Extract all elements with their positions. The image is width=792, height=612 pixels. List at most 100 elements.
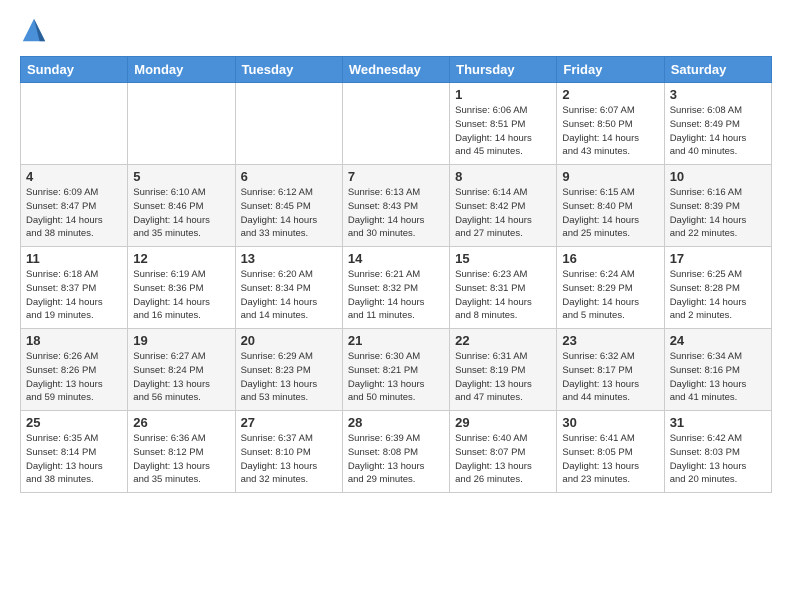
day-info: Sunrise: 6:19 AM Sunset: 8:36 PM Dayligh… bbox=[133, 268, 229, 323]
day-info: Sunrise: 6:21 AM Sunset: 8:32 PM Dayligh… bbox=[348, 268, 444, 323]
day-number: 13 bbox=[241, 251, 337, 266]
day-info: Sunrise: 6:15 AM Sunset: 8:40 PM Dayligh… bbox=[562, 186, 658, 241]
day-number: 1 bbox=[455, 87, 551, 102]
day-number: 30 bbox=[562, 415, 658, 430]
calendar-cell: 11 Sunrise: 6:18 AM Sunset: 8:37 PM Dayli… bbox=[21, 247, 128, 329]
header bbox=[20, 16, 772, 44]
calendar-week-5: 25Sunrise: 6:35 AM Sunset: 8:14 PM Dayli… bbox=[21, 411, 772, 493]
day-number: 28 bbox=[348, 415, 444, 430]
col-header-sunday: Sunday bbox=[21, 57, 128, 83]
calendar-cell: 21 Sunrise: 6:30 AM Sunset: 8:21 PM Dayli… bbox=[342, 329, 449, 411]
calendar-cell: 9 Sunrise: 6:15 AM Sunset: 8:40 PM Daylig… bbox=[557, 165, 664, 247]
day-info: Sunrise: 6:34 AM Sunset: 8:16 PM Dayligh… bbox=[670, 350, 766, 405]
calendar-cell bbox=[21, 83, 128, 165]
day-number: 9 bbox=[562, 169, 658, 184]
day-number: 8 bbox=[455, 169, 551, 184]
day-number: 14 bbox=[348, 251, 444, 266]
day-info: Sunrise: 6:26 AM Sunset: 8:26 PM Dayligh… bbox=[26, 350, 122, 405]
day-info: Sunrise: 6:42 AM Sunset: 8:03 PM Dayligh… bbox=[670, 432, 766, 487]
calendar-cell: 28 Sunrise: 6:39 AM Sunset: 8:08 PM Dayli… bbox=[342, 411, 449, 493]
calendar-cell: 26 Sunrise: 6:36 AM Sunset: 8:12 PM Dayli… bbox=[128, 411, 235, 493]
calendar-week-1: 1 Sunrise: 6:06 AM Sunset: 8:51 PM Daylig… bbox=[21, 83, 772, 165]
calendar-cell: 19 Sunrise: 6:27 AM Sunset: 8:24 PM Dayli… bbox=[128, 329, 235, 411]
day-info: Sunrise: 6:10 AM Sunset: 8:46 PM Dayligh… bbox=[133, 186, 229, 241]
calendar-header-row: SundayMondayTuesdayWednesdayThursdayFrid… bbox=[21, 57, 772, 83]
day-number: 18 bbox=[26, 333, 122, 348]
day-number: 10 bbox=[670, 169, 766, 184]
calendar-cell bbox=[342, 83, 449, 165]
calendar-cell: 29 Sunrise: 6:40 AM Sunset: 8:07 PM Dayli… bbox=[450, 411, 557, 493]
calendar-cell: 8 Sunrise: 6:14 AM Sunset: 8:42 PM Daylig… bbox=[450, 165, 557, 247]
day-number: 7 bbox=[348, 169, 444, 184]
day-number: 23 bbox=[562, 333, 658, 348]
day-info: Sunrise: 6:32 AM Sunset: 8:17 PM Dayligh… bbox=[562, 350, 658, 405]
calendar-cell: 2 Sunrise: 6:07 AM Sunset: 8:50 PM Daylig… bbox=[557, 83, 664, 165]
day-number: 31 bbox=[670, 415, 766, 430]
calendar-cell: 20 Sunrise: 6:29 AM Sunset: 8:23 PM Dayli… bbox=[235, 329, 342, 411]
day-info: Sunrise: 6:20 AM Sunset: 8:34 PM Dayligh… bbox=[241, 268, 337, 323]
calendar-cell: 10 Sunrise: 6:16 AM Sunset: 8:39 PM Dayli… bbox=[664, 165, 771, 247]
calendar-cell: 22Sunrise: 6:31 AM Sunset: 8:19 PM Dayli… bbox=[450, 329, 557, 411]
logo-icon bbox=[20, 16, 48, 44]
day-number: 6 bbox=[241, 169, 337, 184]
day-info: Sunrise: 6:07 AM Sunset: 8:50 PM Dayligh… bbox=[562, 104, 658, 159]
day-number: 5 bbox=[133, 169, 229, 184]
day-info: Sunrise: 6:18 AM Sunset: 8:37 PM Dayligh… bbox=[26, 268, 122, 323]
calendar-week-3: 11 Sunrise: 6:18 AM Sunset: 8:37 PM Dayli… bbox=[21, 247, 772, 329]
calendar-cell: 12Sunrise: 6:19 AM Sunset: 8:36 PM Dayli… bbox=[128, 247, 235, 329]
day-info: Sunrise: 6:36 AM Sunset: 8:12 PM Dayligh… bbox=[133, 432, 229, 487]
day-info: Sunrise: 6:25 AM Sunset: 8:28 PM Dayligh… bbox=[670, 268, 766, 323]
col-header-tuesday: Tuesday bbox=[235, 57, 342, 83]
day-number: 11 bbox=[26, 251, 122, 266]
day-number: 20 bbox=[241, 333, 337, 348]
calendar-table: SundayMondayTuesdayWednesdayThursdayFrid… bbox=[20, 56, 772, 493]
calendar-cell: 25Sunrise: 6:35 AM Sunset: 8:14 PM Dayli… bbox=[21, 411, 128, 493]
day-info: Sunrise: 6:30 AM Sunset: 8:21 PM Dayligh… bbox=[348, 350, 444, 405]
day-info: Sunrise: 6:16 AM Sunset: 8:39 PM Dayligh… bbox=[670, 186, 766, 241]
day-info: Sunrise: 6:14 AM Sunset: 8:42 PM Dayligh… bbox=[455, 186, 551, 241]
col-header-saturday: Saturday bbox=[664, 57, 771, 83]
main-container: SundayMondayTuesdayWednesdayThursdayFrid… bbox=[0, 0, 792, 503]
day-info: Sunrise: 6:27 AM Sunset: 8:24 PM Dayligh… bbox=[133, 350, 229, 405]
day-info: Sunrise: 6:37 AM Sunset: 8:10 PM Dayligh… bbox=[241, 432, 337, 487]
calendar-week-4: 18 Sunrise: 6:26 AM Sunset: 8:26 PM Dayli… bbox=[21, 329, 772, 411]
calendar-cell: 30 Sunrise: 6:41 AM Sunset: 8:05 PM Dayli… bbox=[557, 411, 664, 493]
calendar-cell: 18 Sunrise: 6:26 AM Sunset: 8:26 PM Dayli… bbox=[21, 329, 128, 411]
calendar-cell: 1 Sunrise: 6:06 AM Sunset: 8:51 PM Daylig… bbox=[450, 83, 557, 165]
calendar-cell bbox=[235, 83, 342, 165]
day-info: Sunrise: 6:41 AM Sunset: 8:05 PM Dayligh… bbox=[562, 432, 658, 487]
calendar-cell: 31 Sunrise: 6:42 AM Sunset: 8:03 PM Dayli… bbox=[664, 411, 771, 493]
col-header-thursday: Thursday bbox=[450, 57, 557, 83]
day-number: 24 bbox=[670, 333, 766, 348]
day-number: 21 bbox=[348, 333, 444, 348]
day-number: 2 bbox=[562, 87, 658, 102]
logo bbox=[20, 16, 52, 44]
day-number: 26 bbox=[133, 415, 229, 430]
day-info: Sunrise: 6:29 AM Sunset: 8:23 PM Dayligh… bbox=[241, 350, 337, 405]
day-number: 17 bbox=[670, 251, 766, 266]
day-info: Sunrise: 6:23 AM Sunset: 8:31 PM Dayligh… bbox=[455, 268, 551, 323]
day-number: 29 bbox=[455, 415, 551, 430]
col-header-monday: Monday bbox=[128, 57, 235, 83]
day-info: Sunrise: 6:06 AM Sunset: 8:51 PM Dayligh… bbox=[455, 104, 551, 159]
calendar-cell bbox=[128, 83, 235, 165]
calendar-cell: 16 Sunrise: 6:24 AM Sunset: 8:29 PM Dayli… bbox=[557, 247, 664, 329]
day-info: Sunrise: 6:24 AM Sunset: 8:29 PM Dayligh… bbox=[562, 268, 658, 323]
day-info: Sunrise: 6:40 AM Sunset: 8:07 PM Dayligh… bbox=[455, 432, 551, 487]
day-info: Sunrise: 6:08 AM Sunset: 8:49 PM Dayligh… bbox=[670, 104, 766, 159]
day-info: Sunrise: 6:39 AM Sunset: 8:08 PM Dayligh… bbox=[348, 432, 444, 487]
day-number: 16 bbox=[562, 251, 658, 266]
calendar-cell: 13 Sunrise: 6:20 AM Sunset: 8:34 PM Dayli… bbox=[235, 247, 342, 329]
day-number: 19 bbox=[133, 333, 229, 348]
day-number: 4 bbox=[26, 169, 122, 184]
calendar-cell: 14 Sunrise: 6:21 AM Sunset: 8:32 PM Dayli… bbox=[342, 247, 449, 329]
day-info: Sunrise: 6:13 AM Sunset: 8:43 PM Dayligh… bbox=[348, 186, 444, 241]
calendar-cell: 5 Sunrise: 6:10 AM Sunset: 8:46 PM Daylig… bbox=[128, 165, 235, 247]
day-info: Sunrise: 6:31 AM Sunset: 8:19 PM Dayligh… bbox=[455, 350, 551, 405]
calendar-cell: 17 Sunrise: 6:25 AM Sunset: 8:28 PM Dayli… bbox=[664, 247, 771, 329]
col-header-friday: Friday bbox=[557, 57, 664, 83]
calendar-cell: 4 Sunrise: 6:09 AM Sunset: 8:47 PM Daylig… bbox=[21, 165, 128, 247]
day-info: Sunrise: 6:09 AM Sunset: 8:47 PM Dayligh… bbox=[26, 186, 122, 241]
calendar-cell: 27Sunrise: 6:37 AM Sunset: 8:10 PM Dayli… bbox=[235, 411, 342, 493]
day-info: Sunrise: 6:12 AM Sunset: 8:45 PM Dayligh… bbox=[241, 186, 337, 241]
